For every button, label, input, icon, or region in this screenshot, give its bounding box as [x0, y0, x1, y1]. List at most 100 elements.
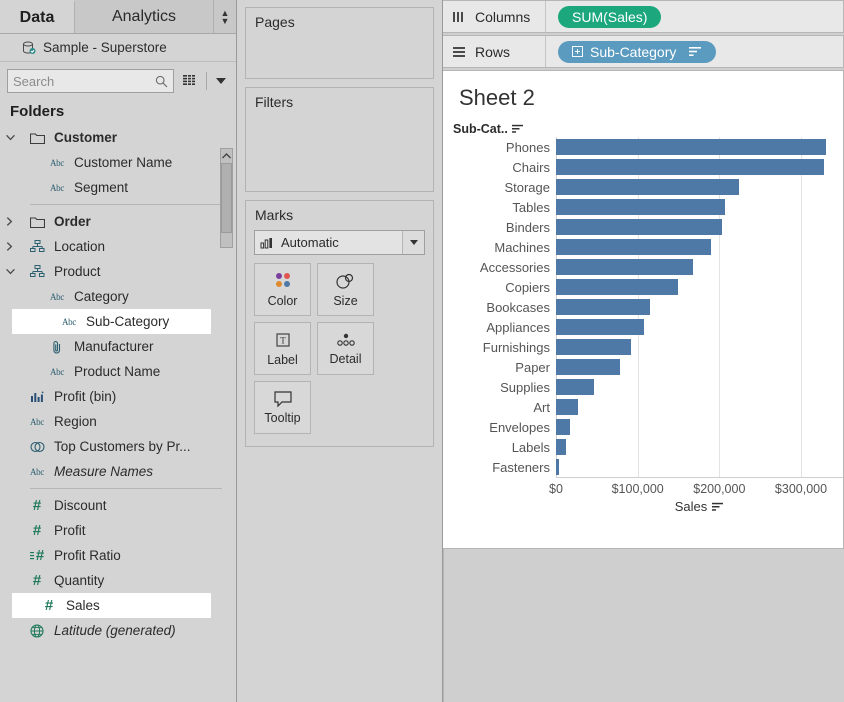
bar-mark[interactable]: [556, 219, 722, 235]
sort-descending-icon[interactable]: [712, 502, 724, 512]
bar-mark[interactable]: [556, 459, 559, 475]
bar-row[interactable]: Machines: [443, 237, 843, 257]
bar-mark[interactable]: [556, 319, 644, 335]
columns-shelf[interactable]: Columns SUM(Sales): [443, 0, 844, 33]
bar-mark[interactable]: [556, 379, 594, 395]
bar-row[interactable]: Furnishings: [443, 337, 843, 357]
bar-row[interactable]: Supplies: [443, 377, 843, 397]
field-item-profit-bin[interactable]: Profit (bin): [0, 384, 236, 409]
field-item-profit-ratio[interactable]: #Profit Ratio: [0, 543, 236, 568]
search-input[interactable]: Search: [7, 69, 174, 93]
bar-category-label[interactable]: Chairs: [443, 160, 556, 175]
bar-row[interactable]: Storage: [443, 177, 843, 197]
field-item-product-name[interactable]: AbcProduct Name: [0, 359, 236, 384]
scroll-up-icon[interactable]: [221, 149, 232, 162]
bar-category-label[interactable]: Labels: [443, 440, 556, 455]
grid-view-icon[interactable]: [180, 71, 200, 91]
bar-row[interactable]: Paper: [443, 357, 843, 377]
bar-mark[interactable]: [556, 439, 566, 455]
axis-title[interactable]: Sales: [556, 499, 843, 514]
bar-row[interactable]: Chairs: [443, 157, 843, 177]
datasource-row[interactable]: Sample - Superstore: [0, 34, 236, 62]
field-item-top-customers-by-pr[interactable]: Top Customers by Pr...: [0, 434, 236, 459]
bar-mark[interactable]: [556, 179, 739, 195]
field-item-segment[interactable]: AbcSegment: [0, 175, 236, 200]
viz-canvas[interactable]: Sheet 2 Sub-Cat.. PhonesChairsStorageTab…: [443, 70, 844, 549]
bar-mark[interactable]: [556, 279, 678, 295]
bar-category-label[interactable]: Paper: [443, 360, 556, 375]
bar-row[interactable]: Phones: [443, 137, 843, 157]
bar-category-label[interactable]: Bookcases: [443, 300, 556, 315]
detail-button[interactable]: Detail: [317, 322, 374, 375]
field-item-customer-name[interactable]: AbcCustomer Name: [0, 150, 236, 175]
mark-type-dropdown[interactable]: Automatic: [254, 230, 425, 255]
field-item-category[interactable]: AbcCategory: [0, 284, 236, 309]
label-button[interactable]: T Label: [254, 322, 311, 375]
field-item-region[interactable]: AbcRegion: [0, 409, 236, 434]
bar-row[interactable]: Appliances: [443, 317, 843, 337]
tab-analytics[interactable]: Analytics: [75, 0, 214, 33]
bar-mark[interactable]: [556, 239, 711, 255]
bar-mark[interactable]: [556, 199, 725, 215]
bar-category-label[interactable]: Art: [443, 400, 556, 415]
row-header-title[interactable]: Sub-Cat..: [453, 122, 524, 136]
tab-data[interactable]: Data: [0, 0, 75, 33]
bar-category-label[interactable]: Fasteners: [443, 460, 556, 475]
sort-descending-icon[interactable]: [689, 46, 702, 57]
bar-category-label[interactable]: Accessories: [443, 260, 556, 275]
tooltip-button[interactable]: Tooltip: [254, 381, 311, 434]
bar-category-label[interactable]: Storage: [443, 180, 556, 195]
field-item-location[interactable]: Location: [0, 234, 236, 259]
bar-category-label[interactable]: Copiers: [443, 280, 556, 295]
chevron-down-icon[interactable]: [6, 268, 20, 275]
pill-sum-sales[interactable]: SUM(Sales): [558, 6, 661, 28]
field-item-discount[interactable]: #Discount: [0, 493, 236, 518]
expand-hierarchy-icon[interactable]: [572, 46, 583, 57]
field-item-manufacturer[interactable]: Manufacturer: [0, 334, 236, 359]
chevron-right-icon[interactable]: [6, 217, 20, 226]
mark-type-chevron-down-icon[interactable]: [402, 231, 424, 254]
chevron-right-icon[interactable]: [6, 242, 20, 251]
filters-card[interactable]: Filters: [245, 87, 434, 192]
field-item-customer[interactable]: Customer: [0, 125, 236, 150]
bar-category-label[interactable]: Supplies: [443, 380, 556, 395]
bar-row[interactable]: Copiers: [443, 277, 843, 297]
bar-category-label[interactable]: Binders: [443, 220, 556, 235]
bar-mark[interactable]: [556, 299, 650, 315]
size-button[interactable]: Size: [317, 263, 374, 316]
rows-shelf[interactable]: Rows Sub-Category: [443, 35, 844, 68]
bar-row[interactable]: Labels: [443, 437, 843, 457]
field-item-order[interactable]: Order: [0, 209, 236, 234]
chevron-down-icon[interactable]: [213, 71, 229, 91]
bar-category-label[interactable]: Tables: [443, 200, 556, 215]
bar-row[interactable]: Envelopes: [443, 417, 843, 437]
field-item-sub-category[interactable]: AbcSub-Category: [12, 309, 211, 334]
bar-mark[interactable]: [556, 139, 826, 155]
bar-row[interactable]: Bookcases: [443, 297, 843, 317]
bar-mark[interactable]: [556, 399, 578, 415]
bar-mark[interactable]: [556, 159, 824, 175]
bar-row[interactable]: Fasteners: [443, 457, 843, 477]
field-item-sales[interactable]: #Sales: [12, 593, 211, 618]
sort-descending-icon[interactable]: [512, 124, 524, 134]
bar-category-label[interactable]: Furnishings: [443, 340, 556, 355]
bar-mark[interactable]: [556, 419, 570, 435]
bar-mark[interactable]: [556, 359, 620, 375]
pages-card[interactable]: Pages: [245, 7, 434, 79]
field-item-profit[interactable]: #Profit: [0, 518, 236, 543]
bar-row[interactable]: Art: [443, 397, 843, 417]
chevron-down-icon[interactable]: [6, 134, 20, 141]
bar-row[interactable]: Tables: [443, 197, 843, 217]
bar-category-label[interactable]: Appliances: [443, 320, 556, 335]
color-button[interactable]: Color: [254, 263, 311, 316]
bar-category-label[interactable]: Machines: [443, 240, 556, 255]
pane-resize-handle[interactable]: ▲▼: [214, 0, 236, 33]
bar-mark[interactable]: [556, 339, 631, 355]
field-item-quantity[interactable]: #Quantity: [0, 568, 236, 593]
pill-sub-category[interactable]: Sub-Category: [558, 41, 716, 63]
bar-mark[interactable]: [556, 259, 693, 275]
field-item-latitude-generated[interactable]: Latitude (generated): [0, 618, 236, 643]
bar-row[interactable]: Accessories: [443, 257, 843, 277]
bar-row[interactable]: Binders: [443, 217, 843, 237]
field-list-scrollbar[interactable]: [220, 148, 233, 248]
